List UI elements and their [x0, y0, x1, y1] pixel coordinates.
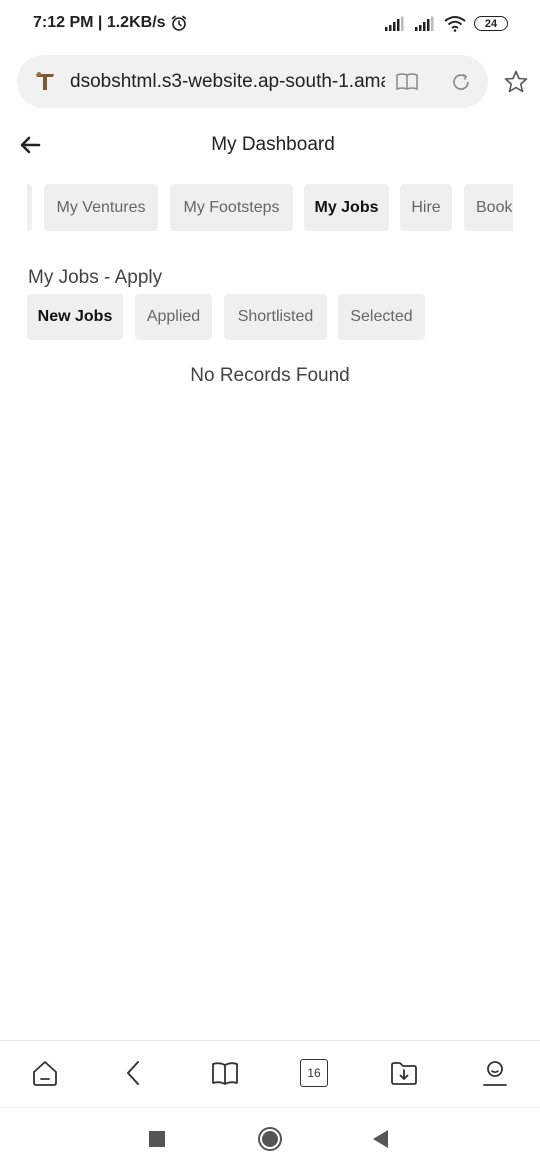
subtab-new-jobs[interactable]: New Jobs: [27, 294, 123, 340]
section-title: My Jobs - Apply: [28, 267, 163, 288]
site-favicon-icon: [36, 72, 54, 90]
profile-icon[interactable]: [480, 1058, 510, 1088]
tab-previous[interactable]: [27, 184, 32, 231]
empty-state-message: No Records Found: [190, 365, 350, 386]
system-navigation-bar: [0, 1107, 540, 1170]
tab-my-ventures[interactable]: My Ventures: [44, 184, 158, 231]
subtab-selected[interactable]: Selected: [338, 294, 425, 340]
download-folder-icon[interactable]: [389, 1058, 419, 1088]
alarm-icon: [171, 15, 186, 31]
tab-hire[interactable]: Hire: [400, 184, 452, 231]
page-title: My Dashboard: [211, 134, 335, 155]
system-back-icon[interactable]: [368, 1126, 394, 1152]
signal-icon: [415, 16, 434, 31]
battery-indicator: 24: [474, 16, 508, 31]
tab-my-jobs[interactable]: My Jobs: [304, 184, 389, 231]
tab-book[interactable]: Book: [464, 184, 513, 231]
status-bar: 7:12 PM | 1.2KB/s 24: [0, 0, 540, 50]
subtab-shortlisted[interactable]: Shortlisted: [224, 294, 327, 340]
book-icon[interactable]: [210, 1058, 240, 1088]
chevron-left-icon[interactable]: [119, 1058, 149, 1088]
tabs-icon[interactable]: 16: [300, 1059, 328, 1087]
bookmark-star-icon[interactable]: [503, 69, 529, 95]
signal-icon: [385, 16, 404, 31]
browser-toolbar: 16: [0, 1040, 540, 1106]
reader-mode-icon[interactable]: [395, 70, 419, 94]
tab-my-footsteps[interactable]: My Footsteps: [170, 184, 293, 231]
recent-apps-icon[interactable]: [144, 1126, 170, 1152]
status-left: 7:12 PM | 1.2KB/s: [33, 14, 188, 32]
address-bar[interactable]: dsobshtml.s3-website.ap-south-1.amazonaw…: [17, 55, 488, 108]
wifi-icon: [444, 16, 466, 32]
battery-level: 24: [484, 17, 498, 30]
dashboard-tabs: My Ventures My Footsteps My Jobs Hire Bo…: [27, 184, 513, 232]
home-icon[interactable]: [30, 1058, 60, 1088]
reload-icon[interactable]: [449, 70, 473, 94]
status-right: 24: [384, 15, 508, 32]
status-time-speed: 7:12 PM | 1.2KB/s: [33, 14, 166, 31]
url-text[interactable]: dsobshtml.s3-website.ap-south-1.amazonaw…: [70, 71, 385, 93]
home-button-icon[interactable]: [257, 1126, 283, 1152]
tab-count: 16: [307, 1066, 321, 1080]
subtab-applied[interactable]: Applied: [135, 294, 212, 340]
